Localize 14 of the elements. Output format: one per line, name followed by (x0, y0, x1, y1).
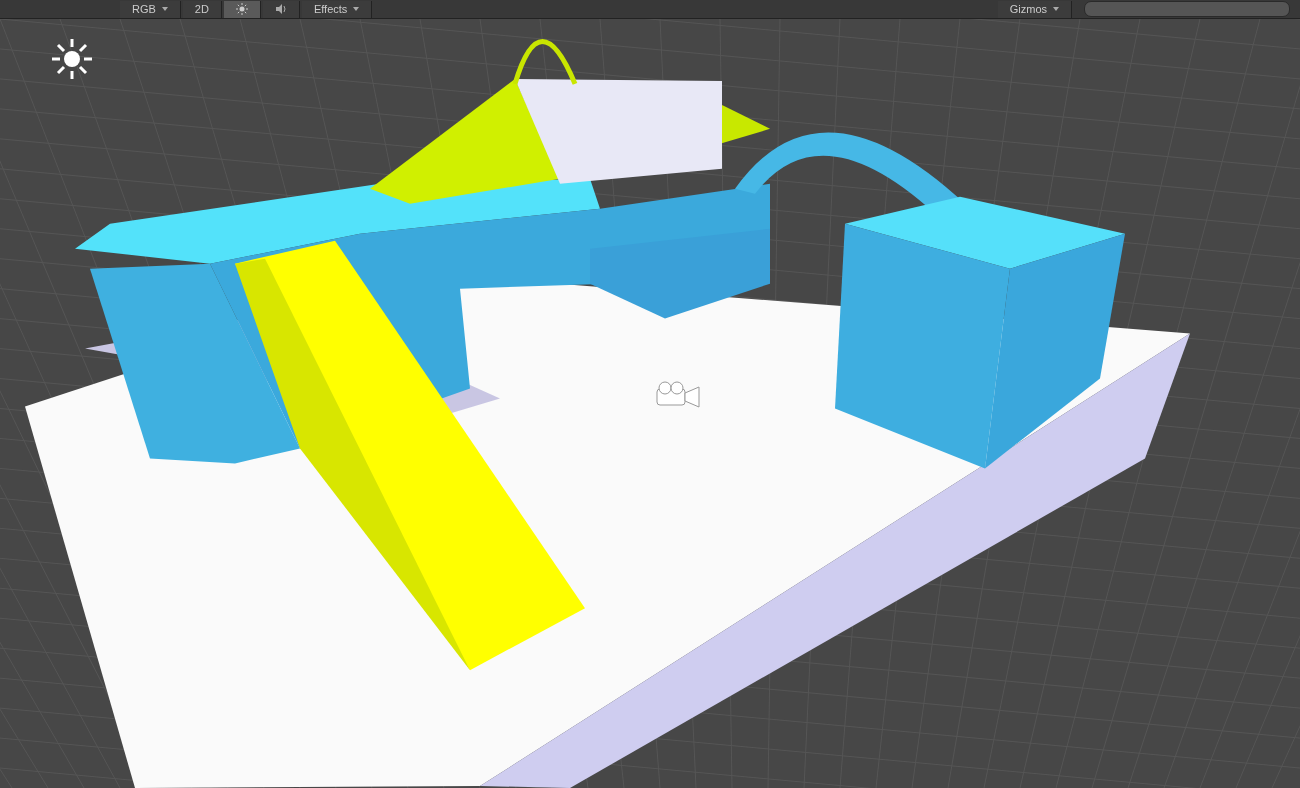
light-icon (50, 37, 94, 81)
caret-icon (161, 7, 168, 11)
light-icon (235, 3, 248, 15)
camera-icon (655, 381, 701, 411)
search-field[interactable] (1084, 1, 1290, 17)
lighting-toggle[interactable] (223, 0, 261, 18)
dropdown-button[interactable]: RGB (120, 0, 181, 18)
caret-icon (1053, 7, 1059, 11)
dropdown-button[interactable]: Effects (301, 0, 373, 18)
speaker-icon (274, 3, 287, 15)
audio-toggle[interactable] (262, 0, 300, 18)
caret-icon (353, 7, 360, 11)
mode-toggle[interactable]: 2D (182, 0, 222, 18)
dropdown-button[interactable]: Gizmos (997, 0, 1072, 18)
